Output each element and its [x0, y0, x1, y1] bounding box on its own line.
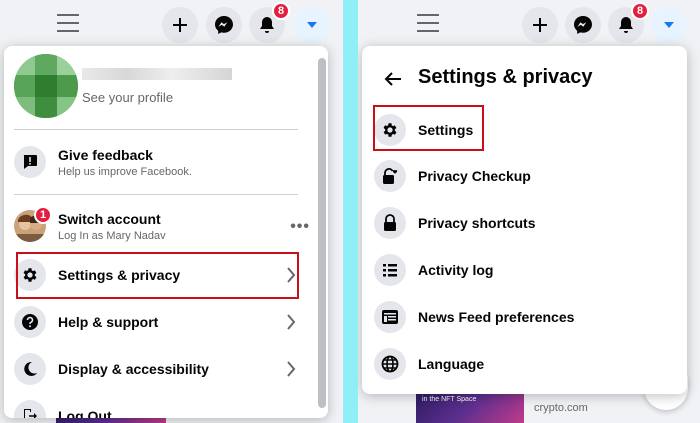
- activity-log-label: Activity log: [418, 262, 494, 278]
- activity-log-item[interactable]: Activity log: [374, 246, 674, 294]
- create-button[interactable]: [522, 7, 558, 43]
- log-out-item[interactable]: Log Out: [14, 392, 304, 418]
- question-icon: [14, 306, 46, 338]
- switch-account-label: Switch account: [58, 210, 161, 227]
- back-arrow-icon[interactable]: [384, 71, 402, 87]
- create-button[interactable]: [162, 7, 198, 43]
- list-icon: [374, 254, 406, 286]
- messenger-icon: [574, 16, 592, 34]
- bell-icon: [619, 17, 633, 33]
- switch-account-badge: 1: [34, 206, 52, 224]
- feed-icon: [374, 301, 406, 333]
- messenger-button[interactable]: [206, 7, 242, 43]
- language-label: Language: [418, 356, 485, 372]
- left-panel: 8 See your profile Give feedback Help us…: [0, 0, 343, 423]
- right-panel: in the NFT Space crypto.com 8 Settings &…: [358, 0, 700, 423]
- divider: [14, 194, 298, 195]
- privacy-shortcuts-label: Privacy shortcuts: [418, 215, 536, 231]
- privacy-shortcuts-item[interactable]: Privacy shortcuts: [374, 199, 674, 247]
- settings-privacy-highlight: [16, 252, 299, 299]
- give-feedback-label: Give feedback: [58, 146, 153, 163]
- privacy-checkup-item[interactable]: Privacy Checkup: [374, 152, 674, 200]
- account-button[interactable]: [651, 7, 687, 43]
- logout-icon: [14, 400, 46, 418]
- chevron-right-icon: [287, 361, 296, 377]
- menu-icon[interactable]: [417, 14, 439, 34]
- profile-avatar[interactable]: [14, 54, 78, 118]
- bell-icon: [260, 17, 274, 33]
- display-accessibility-item[interactable]: Display & accessibility: [14, 345, 304, 393]
- language-item[interactable]: Language: [374, 340, 674, 388]
- panel-title: Settings & privacy: [418, 66, 593, 88]
- help-support-item[interactable]: Help & support: [14, 298, 304, 346]
- account-dropdown: See your profile Give feedback Help us i…: [4, 46, 328, 418]
- help-support-label: Help & support: [58, 314, 159, 330]
- feed-thumbnail-caption: in the NFT Space: [422, 396, 477, 403]
- plus-icon: [533, 18, 547, 32]
- messenger-icon: [215, 16, 233, 34]
- scrollbar-thumb[interactable]: [318, 58, 326, 408]
- see-profile-link[interactable]: See your profile: [82, 90, 173, 105]
- messenger-button[interactable]: [565, 7, 601, 43]
- settings-highlight: [373, 105, 484, 151]
- more-options-icon[interactable]: •••: [290, 218, 310, 236]
- switch-account-item[interactable]: 1 Switch account Log In as Mary Nadav ••…: [14, 202, 310, 250]
- chevron-right-icon: [287, 314, 296, 330]
- log-out-label: Log Out: [58, 408, 112, 418]
- panel-divider: [343, 0, 358, 423]
- plus-icon: [173, 18, 187, 32]
- moon-icon: [14, 353, 46, 385]
- globe-icon: [374, 348, 406, 380]
- lock-heart-icon: [374, 160, 406, 192]
- news-feed-preferences-label: News Feed preferences: [418, 309, 575, 325]
- feedback-icon: [14, 146, 46, 178]
- notification-badge: 8: [631, 2, 649, 20]
- menu-icon[interactable]: [57, 14, 79, 34]
- news-feed-preferences-item[interactable]: News Feed preferences: [374, 293, 674, 341]
- settings-privacy-panel: Settings & privacy Settings Privacy Chec…: [362, 46, 687, 394]
- divider: [14, 129, 298, 130]
- profile-name-blurred[interactable]: [82, 68, 232, 80]
- caret-down-icon: [664, 22, 674, 28]
- lock-icon: [374, 207, 406, 239]
- account-button[interactable]: [294, 7, 330, 43]
- display-accessibility-label: Display & accessibility: [58, 361, 209, 377]
- notification-badge: 8: [272, 2, 290, 20]
- scrollbar[interactable]: [318, 54, 326, 414]
- give-feedback-subtitle: Help us improve Facebook.: [58, 165, 192, 178]
- caret-down-icon: [307, 22, 317, 28]
- privacy-checkup-label: Privacy Checkup: [418, 168, 531, 184]
- switch-account-subtitle: Log In as Mary Nadav: [58, 229, 166, 242]
- give-feedback-item[interactable]: Give feedback Help us improve Facebook.: [14, 138, 304, 186]
- feed-domain: crypto.com: [534, 402, 588, 414]
